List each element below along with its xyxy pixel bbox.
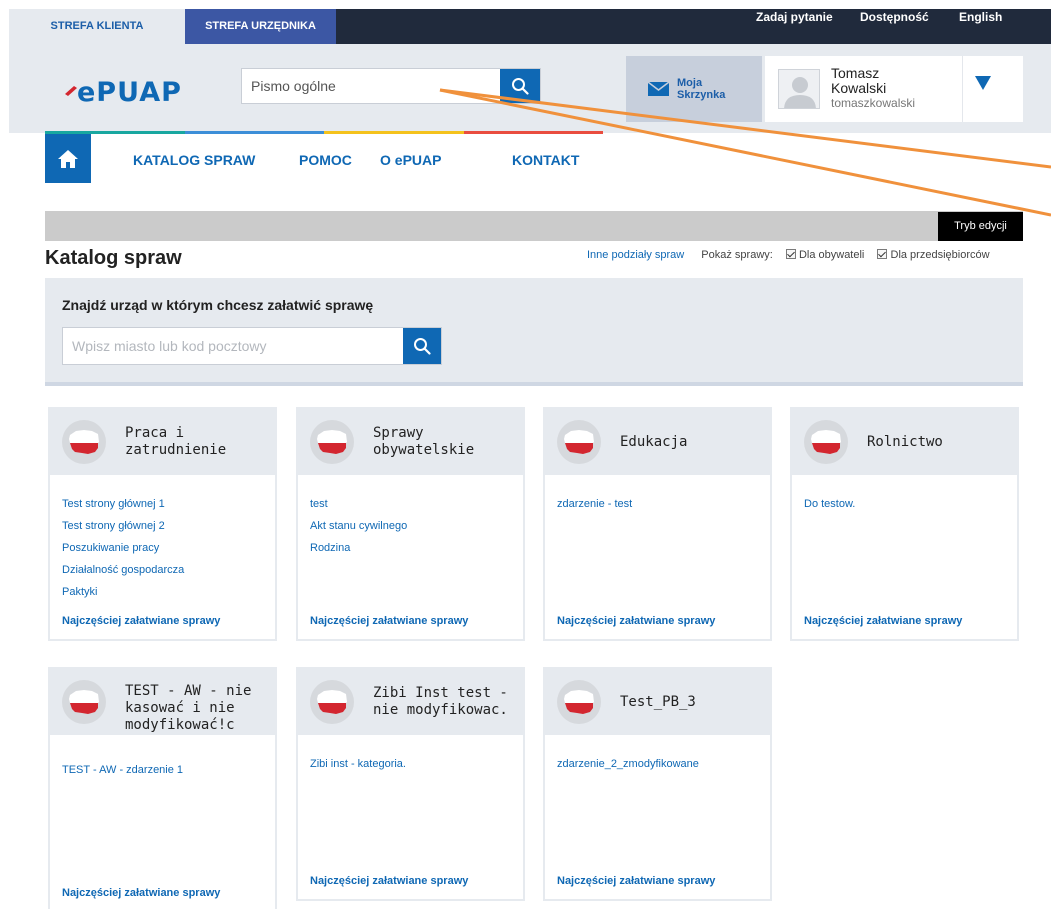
tab-strefa-urzednika[interactable]: STREFA URZĘDNIKA (185, 9, 336, 44)
checkbox-citizens[interactable]: Dla obywateli (785, 249, 864, 261)
nav-kontakt[interactable]: KONTAKT (512, 152, 579, 168)
category-card-sprawy-obywatelskie[interactable]: Sprawy obywatelskie test Akt stanu cywil… (296, 407, 525, 641)
divider (45, 382, 1023, 386)
nav-katalog-spraw[interactable]: KATALOG SPRAW (133, 152, 255, 168)
card-link[interactable]: Test strony głównej 1 (62, 493, 184, 515)
card-link[interactable]: Działalność gospodarcza (62, 559, 184, 581)
english-link[interactable]: English (959, 0, 1002, 35)
poland-map-icon (804, 420, 848, 464)
card-link[interactable]: zdarzenie - test (557, 493, 632, 515)
home-icon (58, 149, 78, 168)
poland-map-icon (557, 680, 601, 724)
ask-question-link[interactable]: Zadaj pytanie (756, 0, 833, 35)
search-icon (414, 338, 431, 355)
epuap-logo[interactable]: ePUAP (62, 74, 222, 111)
card-title: Sprawy obywatelskie (373, 425, 475, 458)
avatar (778, 69, 820, 109)
card-title: Rolnictwo (867, 434, 943, 450)
most-common-link[interactable]: Najczęściej załatwiane sprawy (62, 887, 220, 899)
search-icon (512, 78, 529, 95)
edit-bar (45, 211, 1023, 241)
poland-map-icon (310, 680, 354, 724)
poland-map-icon (62, 680, 106, 724)
finder-search-button[interactable] (403, 328, 441, 364)
tab-strefa-klienta[interactable]: STREFA KLIENTA (9, 9, 185, 44)
card-link[interactable]: Akt stanu cywilnego (310, 515, 407, 537)
other-categories-link[interactable]: Inne podziały spraw (587, 249, 684, 261)
page-title: Katalog spraw (45, 247, 182, 269)
card-link[interactable]: Paktyki (62, 581, 184, 603)
card-link[interactable]: TEST - AW - zdarzenie 1 (62, 759, 183, 781)
card-title: Zibi Inst test - nie modyfikowac. (373, 685, 508, 718)
envelope-icon (648, 82, 669, 96)
card-title: TEST - AW - nie kasować i nie modyfikowa… (125, 683, 252, 733)
finder-box (62, 327, 442, 365)
search-box (241, 68, 541, 104)
nav-pomoc[interactable]: POMOC (299, 152, 352, 168)
card-title: Test_PB_3 (620, 694, 696, 710)
category-card-rolnictwo[interactable]: Rolnictwo Do testow. Najczęściej załatwi… (790, 407, 1019, 641)
nav-o-epuap[interactable]: O ePUAP (380, 152, 441, 168)
card-link[interactable]: test (310, 493, 407, 515)
edit-mode-button[interactable]: Tryb edycji (938, 212, 1023, 241)
card-link[interactable]: zdarzenie_2_zmodyfikowane (557, 753, 699, 775)
category-card-zibi-inst[interactable]: Zibi Inst test - nie modyfikowac. Zibi i… (296, 667, 525, 901)
triangle-down-icon (975, 76, 991, 90)
category-card-edukacja[interactable]: Edukacja zdarzenie - test Najczęściej za… (543, 407, 772, 641)
home-button[interactable] (45, 134, 91, 183)
mailbox-label: Moja Skrzynka (677, 77, 726, 101)
search-input[interactable] (242, 69, 502, 103)
user-menu-toggle[interactable] (975, 76, 991, 95)
finder-title: Znajdź urząd w którym chcesz załatwić sp… (62, 297, 374, 313)
divider (962, 56, 963, 122)
svg-text:ePUAP: ePUAP (77, 77, 182, 106)
poland-map-icon (557, 420, 601, 464)
city-postcode-input[interactable] (63, 328, 401, 364)
most-common-link[interactable]: Najczęściej załatwiane sprawy (557, 615, 715, 627)
card-link[interactable]: Rodzina (310, 537, 407, 559)
show-label: Pokaż sprawy: (701, 249, 773, 261)
checkbox-business[interactable]: Dla przedsiębiorców (877, 249, 990, 261)
card-link[interactable]: Poszukiwanie pracy (62, 537, 184, 559)
card-link[interactable]: Zibi inst - kategoria. (310, 753, 406, 775)
poland-map-icon (62, 420, 106, 464)
nav-color-stripes (45, 131, 603, 134)
search-button[interactable] (500, 69, 540, 103)
user-box: Tomasz Kowalski tomaszkowalski (765, 56, 1023, 122)
card-link[interactable]: Do testow. (804, 493, 855, 515)
poland-map-icon (310, 420, 354, 464)
user-name: Tomasz Kowalski (831, 65, 887, 96)
card-title: Praca i zatrudnienie (125, 425, 227, 458)
category-card-test-aw[interactable]: TEST - AW - nie kasować i nie modyfikowa… (48, 667, 277, 909)
most-common-link[interactable]: Najczęściej załatwiane sprawy (310, 615, 468, 627)
user-login: tomaszkowalski (831, 96, 916, 110)
most-common-link[interactable]: Najczęściej załatwiane sprawy (62, 615, 220, 627)
most-common-link[interactable]: Najczęściej załatwiane sprawy (557, 875, 715, 887)
card-title: Edukacja (620, 434, 688, 450)
category-card-praca[interactable]: Praca i zatrudnienie Test strony głównej… (48, 407, 277, 641)
accessibility-link[interactable]: Dostępność (860, 0, 929, 35)
card-link[interactable]: Test strony głównej 2 (62, 515, 184, 537)
mailbox-button[interactable]: Moja Skrzynka (626, 56, 762, 122)
category-card-test-pb-3[interactable]: Test_PB_3 zdarzenie_2_zmodyfikowane Najc… (543, 667, 772, 901)
filters: Inne podziały spraw Pokaż sprawy: Dla ob… (587, 249, 990, 261)
most-common-link[interactable]: Najczęściej załatwiane sprawy (310, 875, 468, 887)
user-placeholder-icon (784, 77, 816, 108)
most-common-link[interactable]: Najczęściej załatwiane sprawy (804, 615, 962, 627)
